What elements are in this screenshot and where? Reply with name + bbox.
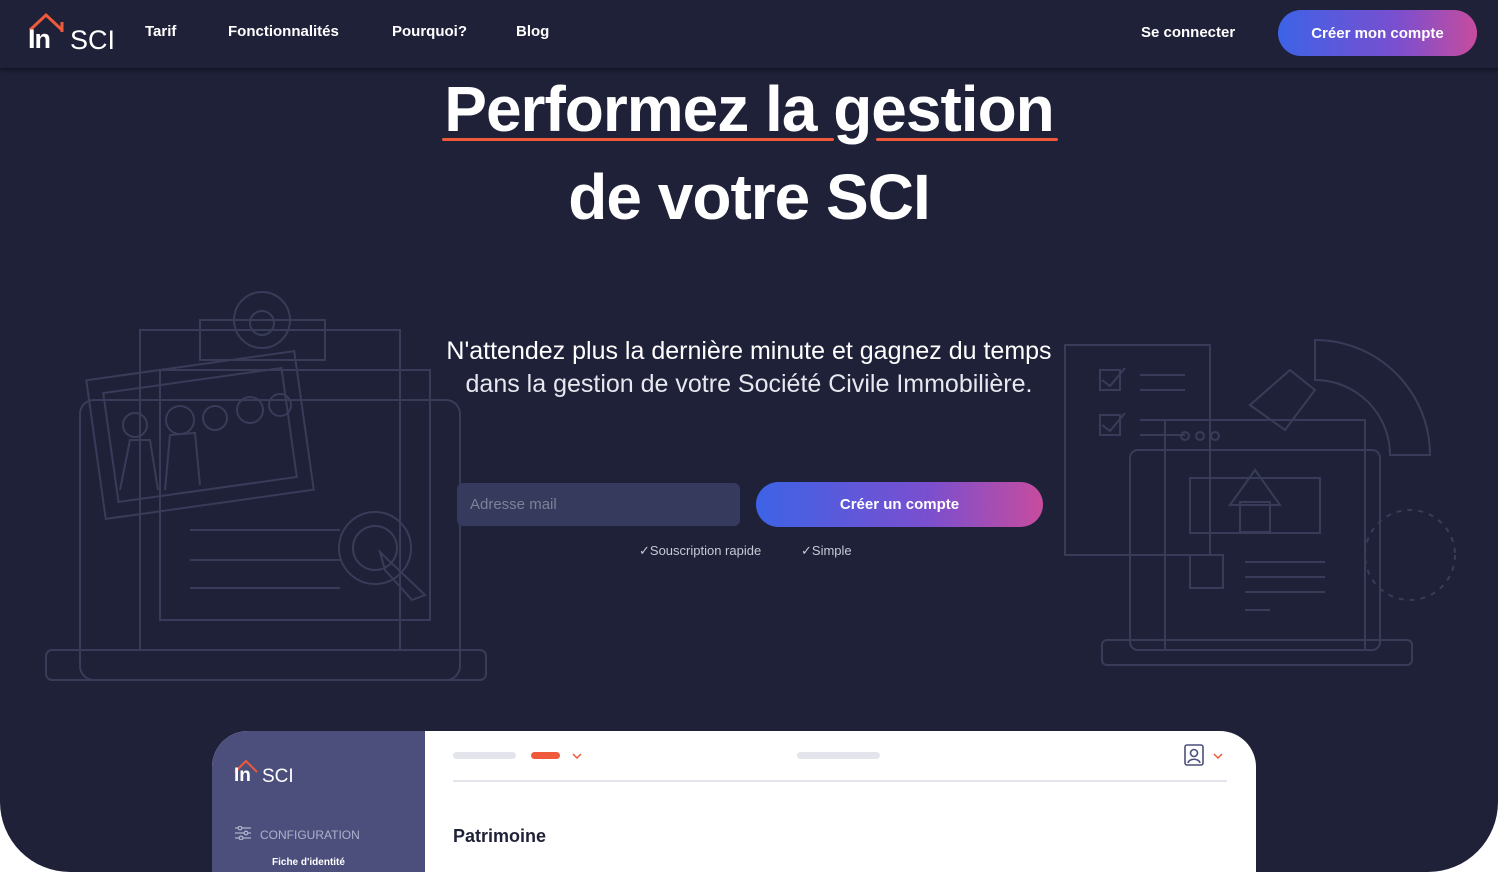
- app-page-title: Patrimoine: [453, 826, 547, 846]
- app-sidebar: In SCI CONFIGURATION Fiche d'identité: [212, 731, 425, 872]
- brand-logo[interactable]: In SCI: [28, 12, 118, 56]
- email-input[interactable]: [457, 483, 740, 526]
- nav-link-tarif[interactable]: Tarif: [145, 23, 176, 40]
- top-navbar: In SCI Tarif Fonctionnalités Pourquoi? B…: [0, 0, 1498, 69]
- sidebar-item-fiche-identite[interactable]: Fiche d'identité: [272, 857, 345, 868]
- landing-page: In SCI Tarif Fonctionnalités Pourquoi? B…: [0, 0, 1498, 872]
- topbar-active-indicator: [531, 752, 560, 759]
- nav-link-blog[interactable]: Blog: [516, 23, 549, 40]
- sidebar-section-configuration[interactable]: CONFIGURATION: [260, 828, 360, 842]
- create-account-button[interactable]: Créer un compte: [756, 482, 1043, 527]
- logo-in-text: In: [28, 24, 51, 54]
- nav-link-pourquoi[interactable]: Pourquoi?: [392, 23, 467, 40]
- hero-title-line2: de votre SCI: [568, 161, 930, 233]
- chevron-down-icon[interactable]: [1213, 753, 1223, 759]
- topbar-placeholder: [453, 752, 516, 759]
- settings-sliders-icon: [235, 826, 251, 840]
- title-underline-right: [876, 138, 1058, 141]
- title-underline-left: [442, 138, 834, 141]
- user-profile-icon[interactable]: [1184, 744, 1204, 766]
- logo-sci-text: SCI: [70, 25, 116, 55]
- app-logo-sci-text: SCI: [262, 766, 294, 787]
- feature-simple: ✓Simple: [801, 543, 852, 558]
- feature-quick-signup: ✓Souscription rapide: [639, 543, 762, 558]
- hero-subtitle-line1: N'attendez plus la dernière minute et ga…: [446, 337, 1052, 365]
- topbar-placeholder-center: [797, 752, 880, 759]
- app-preview: In SCI CONFIGURATION Fiche d'identité Pa…: [212, 731, 1256, 872]
- hero-title-line1: Performez la gestion: [444, 73, 1055, 145]
- nav-link-fonctionnalites[interactable]: Fonctionnalités: [228, 23, 339, 40]
- app-logo-in-text: In: [234, 765, 251, 786]
- login-link[interactable]: Se connecter: [1141, 24, 1235, 41]
- chevron-down-icon[interactable]: [572, 753, 582, 759]
- create-account-nav-button[interactable]: Créer mon compte: [1278, 10, 1477, 56]
- hero-subtitle-line2: dans la gestion de votre Société Civile …: [465, 370, 1033, 398]
- topbar-divider: [453, 780, 1227, 782]
